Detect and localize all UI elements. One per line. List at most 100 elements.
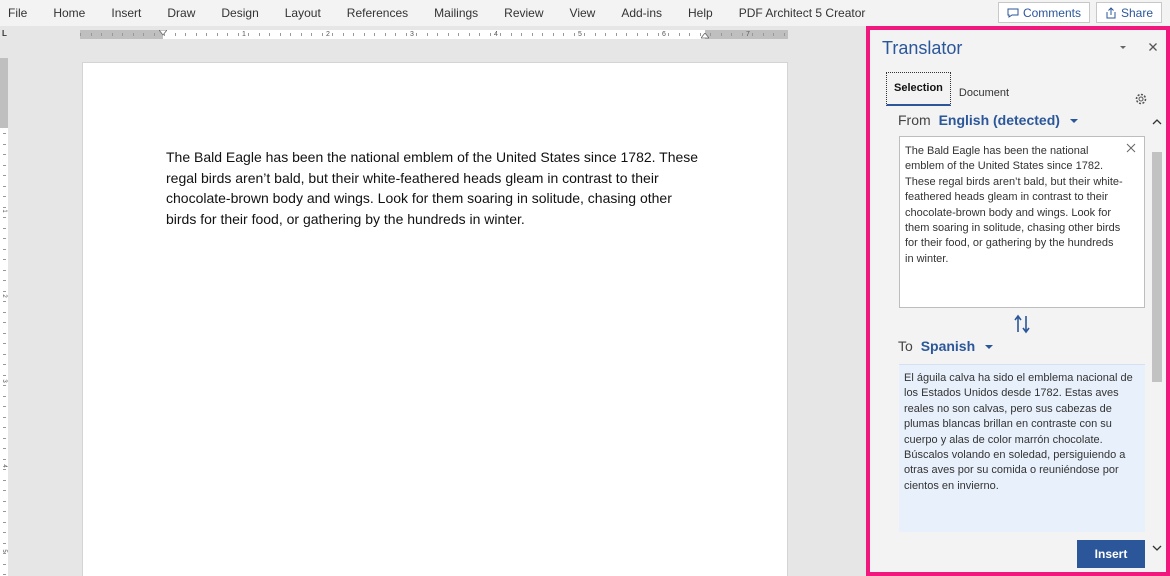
translator-pane: Translator Selection Document From Engli… xyxy=(866,26,1170,576)
vruler-tick xyxy=(3,385,6,386)
menu-add-ins[interactable]: Add-ins xyxy=(608,0,675,26)
to-language-select[interactable]: Spanish xyxy=(921,338,975,354)
tab-selection[interactable]: Selection xyxy=(886,72,951,106)
ruler-tick xyxy=(343,33,344,36)
horizontal-ruler[interactable]: 1 2 3 4 5 6 7 xyxy=(80,30,788,39)
vruler-tick xyxy=(3,312,6,313)
vruler-tick xyxy=(3,564,6,565)
first-line-indent-marker[interactable] xyxy=(159,30,167,36)
ruler-tick xyxy=(784,33,785,36)
ruler-tick xyxy=(133,33,134,36)
translator-tabs: Selection Document xyxy=(886,72,1017,106)
menu-insert[interactable]: Insert xyxy=(98,0,154,26)
vertical-ruler[interactable]: 1 2 3 4 5 xyxy=(0,58,8,576)
ruler-tick xyxy=(259,33,260,36)
insert-button[interactable]: Insert xyxy=(1077,540,1145,568)
ruler-tick xyxy=(490,33,491,36)
ruler-tick xyxy=(227,33,228,36)
menu-references[interactable]: References xyxy=(334,0,421,26)
vruler-tick xyxy=(3,501,6,502)
vruler-tick xyxy=(3,438,6,439)
vruler-tick xyxy=(3,427,6,428)
menu-design[interactable]: Design xyxy=(208,0,271,26)
ruler-tick xyxy=(479,33,480,36)
document-page[interactable]: The Bald Eagle has been the national emb… xyxy=(82,62,788,576)
comments-label: Comments xyxy=(1022,5,1081,20)
chevron-down-icon[interactable] xyxy=(1118,42,1128,52)
right-indent-marker[interactable] xyxy=(701,33,709,39)
menu-file[interactable]: File xyxy=(0,0,40,26)
swap-icon[interactable] xyxy=(1013,313,1031,335)
chevron-down-icon[interactable] xyxy=(1069,119,1078,124)
vruler-tick xyxy=(3,343,6,344)
ruler-tick xyxy=(437,33,438,36)
vruler-number: 3 xyxy=(1,379,7,383)
ruler-tick xyxy=(458,33,459,36)
vruler-tick xyxy=(3,228,6,229)
menu-view[interactable]: View xyxy=(557,0,609,26)
vruler-tick xyxy=(3,490,6,491)
share-label: Share xyxy=(1120,5,1153,20)
share-button[interactable]: Share xyxy=(1095,2,1162,23)
from-language-row: From English (detected) xyxy=(898,112,1078,128)
ruler-tick xyxy=(206,33,207,36)
ruler-tick xyxy=(427,33,428,36)
share-icon xyxy=(1106,6,1116,18)
tab-stop-selector[interactable]: L xyxy=(2,30,10,38)
ruler-tick xyxy=(353,33,354,36)
ruler-tick xyxy=(605,33,606,36)
from-label: From xyxy=(898,112,931,128)
menu-review[interactable]: Review xyxy=(491,0,556,26)
chevron-up-icon[interactable] xyxy=(1152,118,1162,126)
menu-draw[interactable]: Draw xyxy=(154,0,208,26)
vruler-tick xyxy=(3,459,6,460)
ruler-tick xyxy=(752,33,753,36)
from-language-select[interactable]: English (detected) xyxy=(939,112,1060,128)
scrollbar-thumb[interactable] xyxy=(1152,152,1162,382)
ruler-tick xyxy=(647,33,648,36)
ruler-tick xyxy=(143,33,144,36)
ruler-tick xyxy=(154,33,155,36)
vruler-tick xyxy=(3,396,6,397)
menu-pdf-architect[interactable]: PDF Architect 5 Creator xyxy=(726,0,879,26)
ruler-tick xyxy=(269,33,270,36)
vruler-tick xyxy=(3,448,6,449)
vruler-tick xyxy=(3,364,6,365)
clear-icon[interactable] xyxy=(1126,143,1136,153)
ruler-tick xyxy=(700,33,701,36)
ruler-tick xyxy=(80,33,81,36)
vruler-tick xyxy=(3,154,6,155)
vruler-tick xyxy=(3,375,6,376)
chevron-down-icon[interactable] xyxy=(985,345,994,350)
tab-document[interactable]: Document xyxy=(951,72,1017,106)
menu-mailings[interactable]: Mailings xyxy=(421,0,491,26)
document-paragraph[interactable]: The Bald Eagle has been the national emb… xyxy=(166,147,706,229)
vruler-tick xyxy=(3,469,6,470)
ruler-tick xyxy=(500,33,501,36)
source-text-box[interactable]: The Bald Eagle has been the national emb… xyxy=(899,136,1145,308)
ruler-tick xyxy=(164,33,165,36)
chevron-down-icon[interactable] xyxy=(1152,544,1162,552)
pane-scrollbar[interactable] xyxy=(1150,112,1164,564)
translator-pane-body: Translator Selection Document From Engli… xyxy=(870,30,1166,572)
vruler-tick xyxy=(3,354,6,355)
ruler-tick xyxy=(280,33,281,36)
ruler-tick xyxy=(101,33,102,36)
ruler-number: 3 xyxy=(410,31,414,38)
vruler-tick xyxy=(3,207,6,208)
comments-button[interactable]: Comments xyxy=(997,2,1090,23)
ruler-tick xyxy=(542,33,543,36)
menu-home[interactable]: Home xyxy=(40,0,98,26)
close-icon[interactable] xyxy=(1148,42,1158,52)
ruler-tick xyxy=(511,33,512,36)
menu-help[interactable]: Help xyxy=(675,0,726,26)
ruler-tick xyxy=(689,33,690,36)
gear-icon[interactable] xyxy=(1134,92,1148,106)
ruler-tick xyxy=(574,33,575,36)
ruler-tick xyxy=(238,33,239,36)
source-text[interactable]: The Bald Eagle has been the national emb… xyxy=(905,144,1124,267)
vruler-tick xyxy=(3,238,6,239)
menu-layout[interactable]: Layout xyxy=(272,0,334,26)
vruler-tick xyxy=(3,417,6,418)
ruler-tick xyxy=(416,33,417,36)
